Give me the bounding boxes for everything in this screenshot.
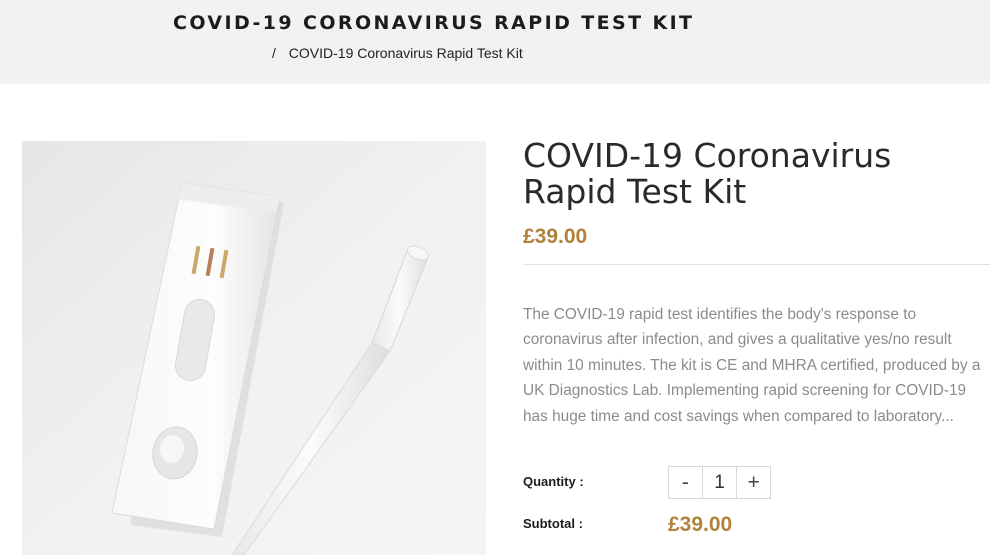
quantity-stepper: - 1 +	[668, 466, 771, 499]
product-price: £39.00	[523, 225, 588, 248]
test-kit-illustration	[22, 141, 486, 555]
breadcrumb-separator: /	[272, 45, 276, 61]
divider	[523, 264, 990, 265]
product-title: COVID-19 Coronavirus Rapid Test Kit	[523, 136, 892, 211]
increment-button[interactable]: +	[737, 467, 770, 498]
quantity-label: Quantity :	[523, 474, 584, 489]
quantity-input[interactable]: 1	[701, 467, 738, 498]
breadcrumb: / COVID-19 Coronavirus Rapid Test Kit	[272, 45, 523, 61]
product-image[interactable]	[22, 141, 486, 555]
decrement-button[interactable]: -	[669, 467, 702, 498]
subtotal-label: Subtotal :	[523, 516, 583, 531]
page-header-title: COVID-19 CORONAVIRUS RAPID TEST KIT	[173, 12, 695, 34]
breadcrumb-current: COVID-19 Coronavirus Rapid Test Kit	[288, 45, 523, 61]
page-header-banner: COVID-19 CORONAVIRUS RAPID TEST KIT / CO…	[0, 0, 990, 84]
product-description: The COVID-19 rapid test identifies the b…	[523, 306, 981, 425]
subtotal-value: £39.00	[668, 513, 733, 536]
